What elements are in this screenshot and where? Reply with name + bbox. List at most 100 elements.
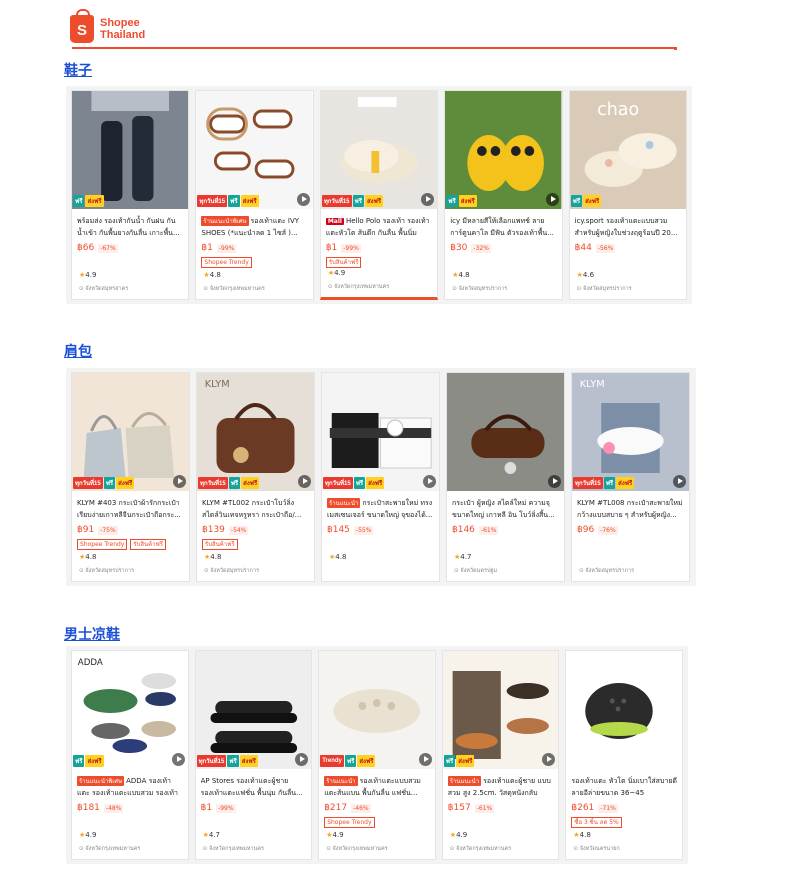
product-image[interactable]: Trendy ฟรี ส่งฟรี xyxy=(319,651,435,769)
product-title[interactable]: ร้านแนะนำ รองเท้าแตะแบบสวม แตะส้นแบน พื้น… xyxy=(324,775,430,799)
product-card[interactable]: KLYM ทุกวันที่15 ฟรี ส่งฟรี KLYM #TL008 กร… xyxy=(571,372,690,582)
product-title[interactable]: KLYM #403 กระเป๋าผ้ารักกระเป๋าเรียบง่ายเ… xyxy=(77,497,184,521)
product-title[interactable]: KLYM #TL008 กระเป๋าสะพายใหม่ กว้างแบบสบา… xyxy=(577,497,684,521)
product-strip-shoulder-bags: ทุกวันที่15 ฟรี ส่งฟรี KLYM #403 กระเป๋าผ้… xyxy=(66,368,696,586)
product-info: AP Stores รองเท้าแตะผู้ชาย รองเท้าแตะแฟช… xyxy=(196,769,312,817)
product-rating: ★4.9 xyxy=(326,831,343,839)
product-price: ฿139 xyxy=(202,525,225,535)
promo-badge: ฟรี xyxy=(570,195,583,207)
play-video-icon[interactable] xyxy=(548,475,561,488)
product-photo: KLYM xyxy=(197,373,314,491)
promo-chips: รับสินค้าฟรี xyxy=(202,539,309,550)
product-image[interactable]: ADDA ฟรี ส่งฟรี xyxy=(72,651,188,769)
price-row: ฿261 -71% xyxy=(571,803,677,813)
product-image[interactable]: ฟรี ส่งฟรี xyxy=(442,651,559,769)
product-title[interactable]: ร้านแนะนำ กระเป๋าสะพายใหม่ ทรงเมสเซนเจอร์… xyxy=(327,497,434,521)
discount-badge: -67% xyxy=(98,243,118,253)
product-card[interactable]: รองเท้าแตะ หัวโต นิ่มเบาใส่สบายดี ลายอีล… xyxy=(565,650,683,860)
product-title[interactable]: icy.sport รองเท้าแตะแบบสวม สำหรับผู้หญิง… xyxy=(575,215,681,239)
brand-line-2: Thailand xyxy=(100,29,146,41)
product-title[interactable]: ร้านแนะนำพิเศษ รองเท้าแตะ IVY SHOES (*แนะ… xyxy=(201,215,307,239)
product-card[interactable]: ADDA ฟรี ส่งฟรี ร้านแนะนำพิเศษ ADDA รองเท้… xyxy=(71,650,189,860)
discount-badge: -99% xyxy=(216,243,237,253)
product-image[interactable]: ทุกวันที่15 ฟรี ส่งฟรี xyxy=(322,373,439,491)
product-image[interactable]: ฟรี ส่งฟรี xyxy=(445,91,562,209)
play-video-icon[interactable] xyxy=(296,193,310,206)
product-title[interactable]: KLYM #TL002 กระเป๋าโบว์ลิ่ง สไตล์วินเทจห… xyxy=(202,497,309,521)
play-video-icon[interactable] xyxy=(418,753,432,766)
promo-badge: ส่งฟรี xyxy=(239,755,258,767)
price-row: ฿91 -75% xyxy=(77,525,184,535)
play-video-icon[interactable] xyxy=(171,753,185,766)
play-video-icon[interactable] xyxy=(298,475,311,488)
location-text: จังหวัดสมุทรปราการ xyxy=(458,286,508,292)
product-card[interactable]: ทุกวันที่15 ฟรี ส่งฟรี ร้านแนะนำ กระเป๋าสะพ… xyxy=(321,372,440,582)
product-image[interactable]: ทุกวันที่15 ฟรี ส่งฟรี xyxy=(320,91,438,209)
product-price: ฿96 xyxy=(577,525,595,535)
product-title[interactable]: icy มีหลายสีให้เลือกแพทช์ ลายการ์ตูนคาโล… xyxy=(450,215,556,239)
promo-chips: Shopee Trendy xyxy=(324,817,430,828)
product-title[interactable]: AP Stores รองเท้าแตะผู้ชาย รองเท้าแตะแฟช… xyxy=(201,775,307,799)
price-row: ฿157 -61% xyxy=(448,803,554,813)
promo-chip: Shopee Trendy xyxy=(201,257,252,268)
promo-badge: ทุกวันที่15 xyxy=(73,477,103,489)
product-price: ฿1 xyxy=(325,243,338,253)
product-title[interactable]: กระเป๋า ผู้หญิง สไตล์ใหม่ ความจุขนาดใหญ่… xyxy=(452,497,559,521)
promo-badge: ฟรี xyxy=(446,195,458,207)
product-photo xyxy=(566,651,682,769)
shopee-logo[interactable]: S Shopee Thailand xyxy=(70,9,146,43)
product-card[interactable]: ทุกวันที่15 ฟรี ส่งฟรี Mall Hello Polo รองเ… xyxy=(319,90,439,300)
product-title[interactable]: รองเท้าแตะ หัวโต นิ่มเบาใส่สบายดี ลายอีล… xyxy=(571,775,677,799)
product-image[interactable]: chao ฟรี ส่งฟรี xyxy=(569,91,687,209)
price-row: ฿66 -67% xyxy=(77,243,183,253)
product-image[interactable]: ทุกวันที่15 ฟรี ส่งฟรี xyxy=(195,651,312,769)
location-text: จังหวัดสมุทรปราการ xyxy=(585,568,635,574)
badge-row: Trendy ฟรี ส่งฟรี xyxy=(320,755,376,767)
play-video-icon[interactable] xyxy=(173,475,186,488)
product-image[interactable]: ทุกวันที่15 ฟรี ส่งฟรี xyxy=(196,91,313,209)
product-card[interactable]: Trendy ฟรี ส่งฟรี ร้านแนะนำ รองเท้าแตะแบบสว… xyxy=(318,650,436,860)
play-video-icon[interactable] xyxy=(423,475,436,488)
product-card[interactable]: chao ฟรี ส่งฟรี icy.sport รองเท้าแตะแบบสว… xyxy=(568,90,688,300)
product-card[interactable]: กระเป๋า ผู้หญิง สไตล์ใหม่ ความจุขนาดใหญ่… xyxy=(446,372,565,582)
rating-value: 4.6 xyxy=(582,271,595,279)
price-row: ฿181 -48% xyxy=(77,803,183,813)
promo-badge: ส่งฟรี xyxy=(364,195,384,207)
product-card[interactable]: KLYM ทุกวันที่15 ฟรี ส่งฟรี KLYM #TL002 กร… xyxy=(196,372,315,582)
discount-badge: -56% xyxy=(595,243,616,253)
product-image[interactable] xyxy=(566,651,682,769)
product-image[interactable]: ฟรี ส่งฟรี xyxy=(72,91,189,209)
play-video-icon[interactable] xyxy=(673,475,686,488)
product-card[interactable]: ฟรี ส่งฟรี พร้อมส่ง รองเท้ากันน้ำ กันฝน ก… xyxy=(71,90,190,300)
location-text: จังหวัดสมุทรปราการ xyxy=(85,568,135,574)
play-video-icon[interactable] xyxy=(545,193,559,206)
product-info: กระเป๋า ผู้หญิง สไตล์ใหม่ ความจุขนาดใหญ่… xyxy=(447,491,564,539)
product-card[interactable]: ทุกวันที่15 ฟรี ส่งฟรี KLYM #403 กระเป๋าผ้… xyxy=(71,372,190,582)
product-card[interactable]: ฟรี ส่งฟรี ร้านแนะนำ รองเท้าแตะผู้ชาย แบบส… xyxy=(441,650,560,860)
product-image[interactable]: ทุกวันที่15 ฟรี ส่งฟรี xyxy=(72,373,189,491)
product-card[interactable]: ทุกวันที่15 ฟรี ส่งฟรี AP Stores รองเท้าแต… xyxy=(194,650,313,860)
product-title[interactable]: Mall Hello Polo รองเท้า รองเท้าแตะหัวโต ส… xyxy=(325,215,432,239)
section-title-shoes[interactable]: 鞋子 xyxy=(64,60,92,80)
product-title-text: รองเท้าแตะ หัวโต นิ่มเบาใส่สบายดี ลายอีล… xyxy=(571,777,677,797)
product-title[interactable]: ร้านแนะนำพิเศษ ADDA รองเท้าแตะ รองเท้าแตะ… xyxy=(77,775,183,799)
product-title[interactable]: ร้านแนะนำ รองเท้าแตะผู้ชาย แบบสวม สูง 2.5… xyxy=(447,775,554,799)
section-title-mens-sandals[interactable]: 男士凉鞋 xyxy=(64,624,120,644)
section-title-shoulder-bags[interactable]: 肩包 xyxy=(64,341,92,361)
product-image[interactable]: KLYM ทุกวันที่15 ฟรี ส่งฟรี xyxy=(197,373,314,491)
promo-badge: ฟรี xyxy=(603,477,616,489)
discount-badge: -46% xyxy=(351,803,371,813)
svg-text:KLYM: KLYM xyxy=(205,379,230,390)
product-title[interactable]: พร้อมส่ง รองเท้ากันน้ำ กันฝน กันน้ำเข้า … xyxy=(77,215,183,239)
shop-tag: ร้านแนะนำพิเศษ xyxy=(201,216,249,226)
shop-tag: ร้านแนะนำ xyxy=(327,498,361,508)
product-image[interactable]: KLYM ทุกวันที่15 ฟรี ส่งฟรี xyxy=(572,373,689,491)
product-rating: ★4.6 xyxy=(577,271,594,279)
product-price: ฿66 xyxy=(77,243,95,253)
promo-badge: ฟรี xyxy=(73,195,85,207)
product-rating: ★4.8 xyxy=(204,553,221,561)
product-card[interactable]: ทุกวันที่15 ฟรี ส่งฟรี ร้านแนะนำพิเศษ รองเท… xyxy=(195,90,314,300)
product-card[interactable]: ฟรี ส่งฟรี icy มีหลายสีให้เลือกแพทช์ ลายก… xyxy=(444,90,563,300)
product-image[interactable] xyxy=(447,373,564,491)
product-price: ฿44 xyxy=(574,243,592,253)
